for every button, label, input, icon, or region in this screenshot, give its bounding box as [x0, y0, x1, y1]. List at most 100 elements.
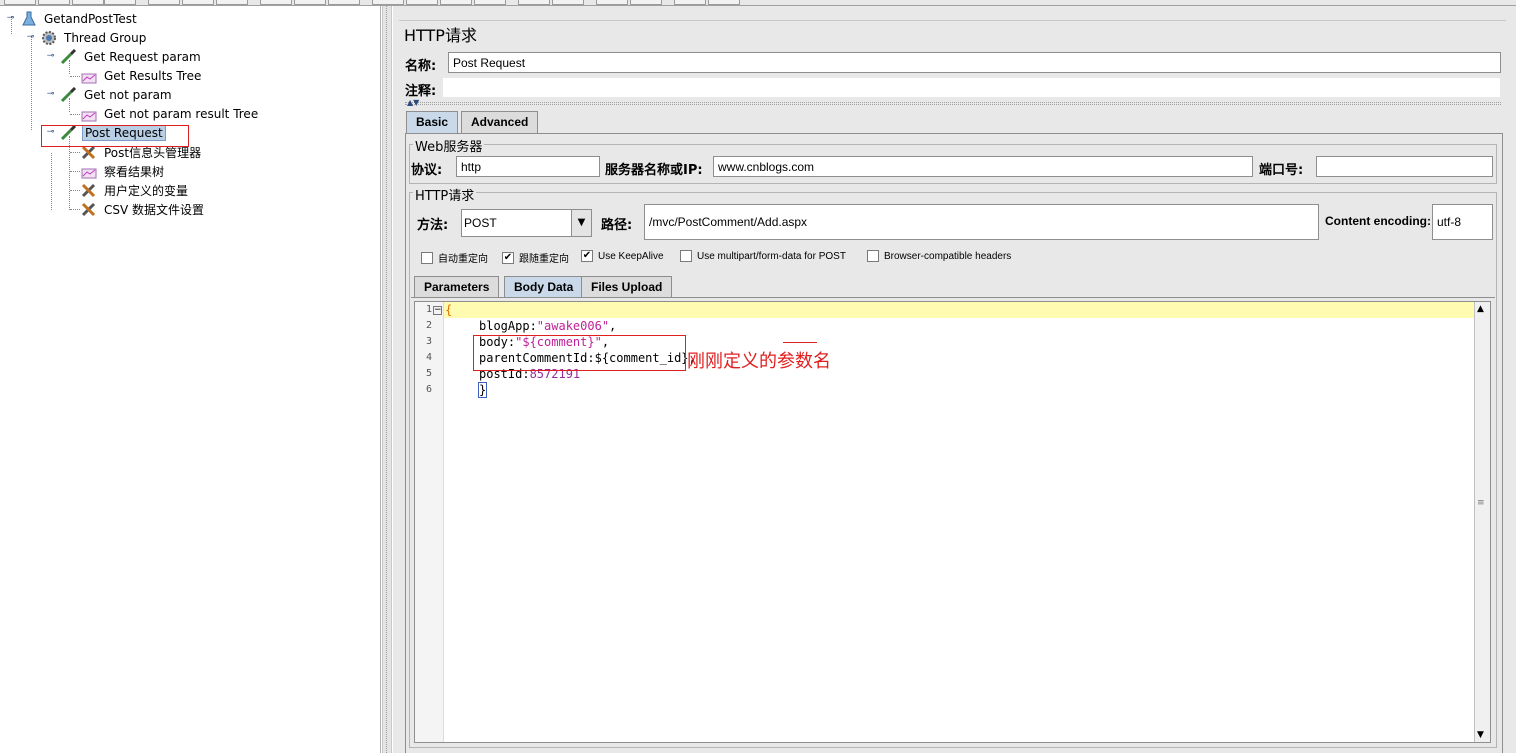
collapse-toggle-icon[interactable]: ⊸ — [46, 90, 55, 99]
checkbox-box[interactable] — [421, 251, 433, 264]
toolbar-button[interactable] — [72, 0, 104, 5]
toolbar-button[interactable] — [440, 0, 472, 5]
tab-files-upload[interactable]: Files Upload — [581, 276, 673, 298]
toolbar-button[interactable] — [518, 0, 550, 5]
server-label: 服务器名称或IP: — [605, 163, 703, 178]
follow-redirect-checkbox[interactable]: ✔ 跟随重定向 — [502, 250, 569, 265]
path-label: 路径: — [601, 218, 633, 233]
http-sampler-dropper-icon — [60, 87, 78, 103]
protocol-field[interactable] — [456, 156, 600, 177]
port-label: 端口号: — [1259, 163, 1304, 178]
checkbox-label: Use KeepAlive — [598, 250, 664, 262]
tree-item-get-not-param-result-tree[interactable]: Get not param result Tree — [80, 105, 260, 123]
tab-advanced[interactable]: Advanced — [461, 111, 539, 133]
collapse-toggle-icon[interactable]: ⊸ — [46, 52, 55, 61]
panel-border — [399, 20, 1506, 21]
multipart-checkbox[interactable]: Use multipart/form-data for POST — [680, 250, 846, 262]
method-select-value: POST — [464, 216, 497, 230]
checkbox-box[interactable] — [867, 250, 879, 262]
tree-connector — [70, 171, 80, 172]
server-field[interactable] — [713, 156, 1253, 177]
code-line: } — [477, 382, 488, 398]
protocol-label: 协议: — [411, 163, 443, 178]
line-number: 5 — [425, 368, 432, 379]
content-encoding-field[interactable] — [1432, 204, 1493, 240]
tree-connector — [70, 190, 80, 191]
annotation-note: 刚刚定义的参数名 — [687, 351, 831, 372]
toolbar-button[interactable] — [474, 0, 506, 5]
vertical-scrollbar[interactable]: ▲ ≡ ▼ — [1474, 302, 1490, 742]
toolbar-button[interactable] — [260, 0, 292, 5]
toolbar-button[interactable] — [328, 0, 360, 5]
line-number: 2 — [425, 320, 432, 331]
gear-icon — [40, 30, 58, 46]
toolbar-button[interactable] — [596, 0, 628, 5]
chart-listener-icon — [80, 68, 98, 84]
browser-headers-checkbox[interactable]: Browser-compatible headers — [867, 250, 1011, 262]
divider-arrows-icon[interactable]: ▲▼ — [407, 98, 419, 107]
checkbox-label: Use multipart/form-data for POST — [697, 250, 846, 262]
pane-splitter[interactable] — [382, 6, 392, 753]
tree-item-label: 用户定义的变量 — [104, 183, 189, 198]
comment-label: 注释: — [405, 84, 437, 99]
comment-field[interactable] — [442, 77, 1501, 98]
toolbar-button[interactable] — [104, 0, 136, 5]
tree-item-get-not-param[interactable]: Get not param — [60, 86, 174, 104]
toolbar-button[interactable] — [216, 0, 248, 5]
toolbar-button[interactable] — [4, 0, 36, 5]
tree-connector — [51, 153, 52, 210]
tree-connector — [70, 209, 80, 210]
toolbar-button[interactable] — [674, 0, 706, 5]
collapse-toggle-icon[interactable]: ⊸ — [26, 33, 35, 42]
toolbar-button[interactable] — [148, 0, 180, 5]
checkbox-box[interactable]: ✔ — [581, 250, 593, 262]
annotation-underline — [783, 342, 817, 343]
annotation-highlight-box — [41, 125, 189, 147]
http-request-panel: HTTP请求 名称: 注释: ▲▼ Basic Advanced Web服务器 … — [393, 6, 1516, 753]
chevron-down-icon[interactable]: ▼ — [571, 210, 591, 236]
toolbar-button[interactable] — [38, 0, 70, 5]
method-select[interactable]: POST ▼ — [461, 209, 592, 237]
checkbox-label: 自动重定向 — [438, 254, 488, 265]
annotation-highlight-box — [473, 335, 686, 371]
tab-body-data[interactable]: Body Data — [504, 276, 584, 298]
name-field[interactable] — [448, 52, 1501, 73]
checkbox-box[interactable]: ✔ — [502, 251, 514, 264]
line-number: 1 — [425, 304, 432, 315]
fold-toggle-icon[interactable]: − — [433, 306, 442, 315]
tab-parameters[interactable]: Parameters — [414, 276, 500, 298]
toolbar-button[interactable] — [294, 0, 326, 5]
path-field[interactable] — [644, 204, 1319, 240]
scroll-down-arrow-icon[interactable]: ▼ — [1477, 730, 1484, 740]
toolbar-button[interactable] — [182, 0, 214, 5]
tree-item-get-request-param[interactable]: Get Request param — [60, 48, 203, 66]
toolbar-button[interactable] — [406, 0, 438, 5]
toolbar-button[interactable] — [372, 0, 404, 5]
auto-redirect-checkbox[interactable]: 自动重定向 — [421, 250, 488, 265]
tab-basic[interactable]: Basic — [406, 111, 459, 133]
tree-item-thread-group[interactable]: Thread Group — [40, 29, 148, 47]
http-sampler-dropper-icon — [60, 49, 78, 65]
name-label: 名称: — [405, 59, 437, 74]
keepalive-checkbox[interactable]: ✔ Use KeepAlive — [581, 250, 664, 262]
collapse-toggle-icon[interactable]: ⊸ — [6, 14, 15, 23]
content-encoding-label: Content encoding: — [1325, 214, 1431, 228]
checkbox-box[interactable] — [680, 250, 692, 262]
tree-item-get-results-tree[interactable]: Get Results Tree — [80, 67, 203, 85]
code-line: { — [445, 303, 453, 317]
tree-item-user-defined-variables[interactable]: 用户定义的变量 — [80, 181, 190, 199]
port-field[interactable] — [1316, 156, 1493, 177]
current-line-highlight — [444, 302, 1474, 318]
scroll-grip-icon[interactable]: ≡ — [1477, 498, 1485, 508]
toolbar-button[interactable] — [708, 0, 740, 5]
toolbar-button[interactable] — [552, 0, 584, 5]
tree-connector — [70, 152, 80, 153]
tree-item-test-plan[interactable]: GetandPostTest — [20, 10, 139, 28]
section-divider[interactable] — [405, 102, 1501, 105]
tree-connector — [31, 36, 32, 130]
scroll-up-arrow-icon[interactable]: ▲ — [1477, 304, 1484, 314]
http-request-group-title: HTTP请求 — [413, 185, 477, 204]
toolbar-button[interactable] — [630, 0, 662, 5]
tree-item-csv-data-set[interactable]: CSV 数据文件设置 — [80, 200, 206, 218]
tree-item-view-results-tree[interactable]: 察看结果树 — [80, 162, 166, 180]
